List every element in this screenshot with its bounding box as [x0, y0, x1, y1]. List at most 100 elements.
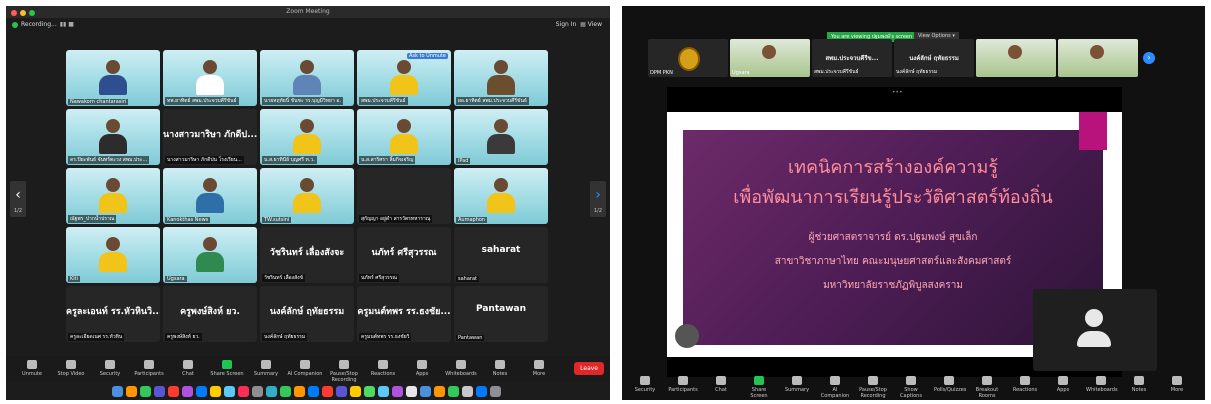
participant-tile[interactable]: Kiti	[66, 227, 160, 283]
toolbar-summary-button[interactable]: Summary	[248, 360, 284, 377]
dock-app-icon[interactable]	[209, 385, 221, 397]
participant-tile[interactable]: ดร.ปิยะพันธ์ จันทร์ตะวง สพม.ประ...	[66, 109, 160, 165]
leave-button[interactable]: Leave	[574, 362, 604, 375]
toolbar-security-button[interactable]: Security	[92, 360, 128, 377]
participant-tile[interactable]: ทพ.ยาทิตย์ สพม.ประจวบคีรีขันธ์	[163, 50, 257, 106]
dock-app-icon[interactable]	[447, 385, 459, 397]
dock-app-icon[interactable]	[419, 385, 431, 397]
dock-app-icon[interactable]	[153, 385, 165, 397]
dock-app-icon[interactable]	[321, 385, 333, 397]
dock-app-icon[interactable]	[195, 385, 207, 397]
dock-app-icon[interactable]	[279, 385, 291, 397]
toolbar-reactions-button[interactable]: Reactions	[1010, 376, 1040, 393]
participant-tile[interactable]: Nawakorn chantarasiri	[66, 50, 160, 106]
toolbar-chat-button[interactable]: Chat	[706, 376, 736, 393]
dock-app-icon[interactable]	[251, 385, 263, 397]
participant-tile[interactable]: iPad	[454, 109, 548, 165]
toolbar-apps-button[interactable]: Apps	[404, 360, 440, 377]
toolbar-share-screen-button[interactable]: Share Screen	[209, 360, 245, 377]
toolbar-breakout-rooms-button[interactable]: Breakout Rooms	[972, 376, 1002, 399]
dock-app-icon[interactable]	[461, 385, 473, 397]
dock-app-icon[interactable]	[335, 385, 347, 397]
view-button[interactable]: View	[588, 21, 602, 28]
participant-tile[interactable]: วัชรินทร์ เลื่องสังจะ วัชรินทร์ เลื่องสัง…	[260, 227, 354, 283]
toolbar-stop-video-button[interactable]: Stop Video	[53, 360, 89, 377]
toolbar-summary-button[interactable]: Summary	[782, 376, 812, 393]
participant-tile[interactable]: Kanokthas News	[163, 168, 257, 224]
toolbar-pause-stop-recording-button[interactable]: Pause/Stop Recording	[326, 360, 362, 383]
toolbar-more-button[interactable]: More	[521, 360, 557, 377]
toolbar-more-button[interactable]: More	[1162, 376, 1192, 393]
participant-tile[interactable]: saharat saharat	[454, 227, 548, 283]
dock-app-icon[interactable]	[363, 385, 375, 397]
toolbar-chat-button[interactable]: Chat	[170, 360, 206, 377]
toolbar-apps-button[interactable]: Apps	[1048, 376, 1078, 393]
ask-to-unmute-button[interactable]: Ask to Unmute	[406, 53, 448, 59]
toolbar-show-captions-button[interactable]: Show Captions	[896, 376, 926, 399]
dock-app-icon[interactable]	[223, 385, 235, 397]
drag-handle-icon[interactable]: •••	[892, 89, 903, 96]
participant-tile[interactable]: ผอ.ยาทิตย์ สพม.ประจวบคีรีขันธ์	[454, 50, 548, 106]
dock-app-icon[interactable]	[349, 385, 361, 397]
toolbar-ai-companion-button[interactable]: AI Companion	[820, 376, 850, 399]
toolbar-icon	[792, 376, 802, 385]
toolbar-share-screen-button[interactable]: Share Screen	[744, 376, 774, 399]
strip-participant-tile[interactable]	[976, 39, 1056, 77]
participant-tile[interactable]: สุกัญญา อยู่ดำ สารวัตรทหาราณุ	[357, 168, 451, 224]
dock-app-icon[interactable]	[125, 385, 137, 397]
strip-participant-tile[interactable]: DPM PKN	[648, 39, 728, 77]
toolbar-security-button[interactable]: Security	[630, 376, 660, 393]
dock-app-icon[interactable]	[111, 385, 123, 397]
participant-tile[interactable]: ณัฐพร_ปากน้ำปราณ	[66, 168, 160, 224]
participant-tile[interactable]: Ask to Unmute สพม.ประจวบคีรีขันธ์	[357, 50, 451, 106]
dock-app-icon[interactable]	[265, 385, 277, 397]
participant-tile[interactable]: ครูละเอนท์ รร.หัวหินวิ... ครูละเอียดเนศ ร…	[66, 286, 160, 342]
dock-app-icon[interactable]	[391, 385, 403, 397]
participant-tile[interactable]: นายหฤทัยนิ์ ขันชะ รร.บุญมีวิทยา อ.	[260, 50, 354, 106]
strip-participant-tile[interactable]	[1058, 39, 1138, 77]
toolbar-notes-button[interactable]: Notes	[1124, 376, 1154, 393]
toolbar-participants-button[interactable]: Participants	[668, 376, 698, 393]
sign-in-link[interactable]: Sign In	[556, 21, 577, 28]
dock-app-icon[interactable]	[433, 385, 445, 397]
dock-app-icon[interactable]	[139, 385, 151, 397]
strip-participant-tile[interactable]: สพม.ประจวบคีรีข... สพม.ประจวบคีรีขันธ์	[812, 39, 892, 77]
dock-app-icon[interactable]	[237, 385, 249, 397]
toolbar-unmute-button[interactable]: Unmute	[14, 360, 50, 377]
participant-tile[interactable]: Ugsara	[163, 227, 257, 283]
next-page-button[interactable]: › 1/2	[590, 181, 606, 217]
participant-tile[interactable]: น.ส.ยาทินีย์ บุญศรี ห.ว.	[260, 109, 354, 165]
recording-indicator[interactable]: Recording... ▮▮ ■	[12, 18, 74, 32]
participant-tile[interactable]: นงค์ลักษ์ ฤทัยธรรม นงค์ลักษ์ ฤทัยธรรม	[260, 286, 354, 342]
toolbar-ai-companion-button[interactable]: AI Companion	[287, 360, 323, 377]
toolbar-whiteboards-button[interactable]: Whiteboards	[1086, 376, 1118, 393]
participant-tile[interactable]: ครูมนต์ทพร รร.ธงชัย... ครูมนต์ทพร รร.ธงชั…	[357, 286, 451, 342]
dock-app-icon[interactable]	[377, 385, 389, 397]
participant-tile[interactable]: นางสาวมาริษา ภักดีป... นางสาวมาริษา ภักดี…	[163, 109, 257, 165]
participant-tile[interactable]: นภัทร์ ศรีสุวรรณ นภัทร์ ศรีสุวรรณ	[357, 227, 451, 283]
floating-control-button[interactable]	[675, 324, 699, 348]
participant-tile[interactable]: ครูพงษ์สิงห์ ยว. ครูพงษ์สิงห์ ยว.	[163, 286, 257, 342]
participant-tile[interactable]: TW.sutsini	[260, 168, 354, 224]
strip-participant-tile[interactable]: Ugsara	[730, 39, 810, 77]
toolbar-notes-button[interactable]: Notes	[482, 360, 518, 377]
dock-app-icon[interactable]	[405, 385, 417, 397]
dock-app-icon[interactable]	[489, 385, 501, 397]
strip-next-button[interactable]: ›	[1143, 52, 1155, 64]
toolbar-pause-stop-recording-button[interactable]: Pause/Stop Recording	[858, 376, 888, 399]
toolbar-participants-button[interactable]: Participants	[131, 360, 167, 377]
participant-tile[interactable]: Pantawan Pantawan	[454, 286, 548, 342]
self-view-video[interactable]	[1033, 289, 1157, 371]
dock-app-icon[interactable]	[307, 385, 319, 397]
dock-app-icon[interactable]	[475, 385, 487, 397]
dock-app-icon[interactable]	[293, 385, 305, 397]
toolbar-polls-quizzes-button[interactable]: Polls/Quizzes	[934, 376, 966, 393]
strip-participant-tile[interactable]: นงค์ลักษ์ ฤทัยธรรม นงค์ลักษ์ ฤทัยธรรม	[894, 39, 974, 77]
dock-app-icon[interactable]	[181, 385, 193, 397]
toolbar-whiteboards-button[interactable]: Whiteboards	[443, 360, 479, 377]
toolbar-reactions-button[interactable]: Reactions	[365, 360, 401, 377]
dock-app-icon[interactable]	[167, 385, 179, 397]
participant-tile[interactable]: Aumaphon	[454, 168, 548, 224]
prev-page-button[interactable]: ‹ 1/2	[10, 181, 26, 217]
participant-tile[interactable]: น.ส.สาริศรา ลิ้มกิจเจริญ	[357, 109, 451, 165]
